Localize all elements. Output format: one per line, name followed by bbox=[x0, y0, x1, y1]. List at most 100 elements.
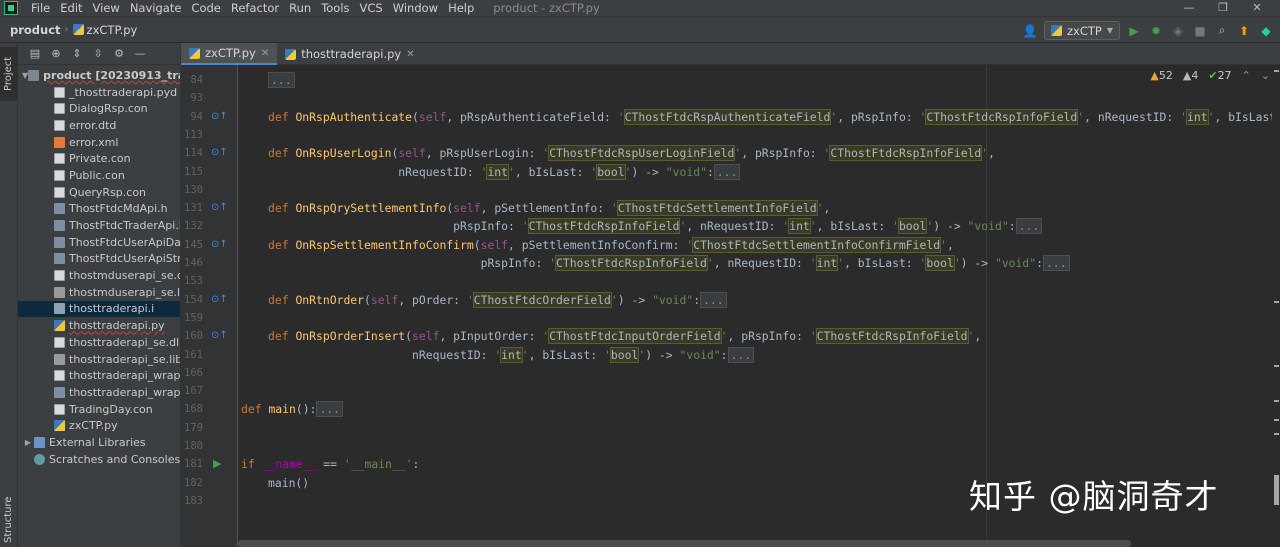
code-line[interactable]: def OnRspQrySettlementInfo(self, pSettle… bbox=[238, 199, 1280, 217]
tree-scratches[interactable]: Scratches and Consoles bbox=[18, 451, 180, 468]
tree-file-item[interactable]: _thosttraderapi.pyd bbox=[18, 84, 180, 101]
tab-thosttraderapi[interactable]: thosttraderapi.py ✕ bbox=[277, 43, 422, 65]
breadcrumb-project[interactable]: product bbox=[0, 23, 61, 37]
line-number[interactable]: 145 bbox=[181, 236, 203, 254]
project-view-icon[interactable]: ▤ bbox=[28, 46, 42, 62]
code-line[interactable]: pRspInfo: 'CThostFtdcRspInfoField', nReq… bbox=[238, 217, 1280, 235]
code-line[interactable]: def OnRspUserLogin(self, pRspUserLogin: … bbox=[238, 144, 1280, 162]
line-number[interactable]: 182 bbox=[181, 474, 203, 492]
line-number[interactable]: 115 bbox=[181, 163, 203, 181]
menu-item-code[interactable]: Code bbox=[186, 0, 225, 16]
line-number[interactable]: 114 bbox=[181, 144, 203, 162]
horizontal-scrollbar[interactable] bbox=[238, 540, 1131, 547]
code-line[interactable] bbox=[238, 126, 1280, 144]
tree-file-item[interactable]: DialogRsp.con bbox=[18, 100, 180, 117]
line-number[interactable]: 160 bbox=[181, 327, 203, 345]
code-line[interactable]: ... bbox=[238, 71, 1280, 89]
line-number[interactable]: 131 bbox=[181, 199, 203, 217]
line-number[interactable]: 154 bbox=[181, 291, 203, 309]
code-line[interactable]: def OnRspOrderInsert(self, pInputOrder: … bbox=[238, 327, 1280, 345]
line-number[interactable]: 167 bbox=[181, 382, 203, 400]
expand-all-icon[interactable]: ⇕ bbox=[70, 46, 84, 62]
code-line[interactable] bbox=[238, 364, 1280, 382]
tree-file-item[interactable]: thosttraderapi.i bbox=[18, 300, 180, 318]
code-line[interactable]: pRspInfo: 'CThostFtdcRspInfoField', nReq… bbox=[238, 254, 1280, 272]
tree-file-item[interactable]: thostmduserapi_se.lib bbox=[18, 284, 180, 301]
line-number[interactable]: 93 bbox=[181, 89, 203, 107]
tree-root[interactable]: ▼ product [20230913_trade bbox=[18, 67, 180, 84]
run-gutter-icon[interactable]: ▶ bbox=[213, 455, 221, 473]
code-line[interactable] bbox=[238, 272, 1280, 290]
line-number[interactable]: 153 bbox=[181, 272, 203, 290]
restore-icon[interactable]: ❐ bbox=[1206, 0, 1240, 16]
tree-file-item[interactable]: error.dtd bbox=[18, 117, 180, 134]
code-line[interactable]: nRequestID: 'int', bIsLast: 'bool') -> "… bbox=[238, 163, 1280, 181]
menu-item-file[interactable]: File bbox=[26, 0, 55, 16]
vertical-scrollbar[interactable] bbox=[1272, 65, 1280, 547]
tree-file-item[interactable]: Private.con bbox=[18, 150, 180, 167]
tree-file-item[interactable]: TradingDay.con bbox=[18, 401, 180, 418]
menu-item-run[interactable]: Run bbox=[284, 0, 316, 16]
menu-item-help[interactable]: Help bbox=[443, 0, 479, 16]
code-line[interactable]: def OnRspSettlementInfoConfirm(self, pSe… bbox=[238, 236, 1280, 254]
code-line[interactable] bbox=[238, 89, 1280, 107]
close-icon[interactable]: ✕ bbox=[261, 48, 269, 59]
user-icon[interactable]: 👤 bbox=[1022, 23, 1038, 39]
typos-count[interactable]: ✔27 bbox=[1208, 69, 1231, 82]
gear-icon[interactable]: ⚙ bbox=[112, 46, 126, 62]
line-number[interactable]: 130 bbox=[181, 181, 203, 199]
code-line[interactable] bbox=[238, 181, 1280, 199]
override-gutter-icon[interactable]: ⊙↑ bbox=[211, 144, 228, 162]
tree-external-libraries[interactable]: ▶ External Libraries bbox=[18, 434, 180, 451]
code-editor[interactable]: 84 93 94 ⊙↑ 113 114 ⊙↑ 115 130 131 ⊙↑ 132 145 ⊙↑ 146 15… bbox=[181, 65, 1280, 547]
minimize-icon[interactable]: — bbox=[1172, 0, 1206, 16]
search-icon[interactable]: ⌕ bbox=[1214, 23, 1230, 39]
code-line[interactable]: def OnRspAuthenticate(self, pRspAuthenti… bbox=[238, 108, 1280, 126]
override-gutter-icon[interactable]: ⊙↑ bbox=[211, 236, 228, 254]
line-number[interactable]: 166 bbox=[181, 364, 203, 382]
coverage-icon[interactable]: ◈ bbox=[1170, 23, 1186, 39]
menu-item-edit[interactable]: Edit bbox=[55, 0, 87, 16]
tree-file-item[interactable]: ThostFtdcUserApiStruc bbox=[18, 251, 180, 268]
override-gutter-icon[interactable]: ⊙↑ bbox=[211, 108, 228, 126]
line-number[interactable]: 113 bbox=[181, 126, 203, 144]
menu-item-window[interactable]: Window bbox=[388, 0, 443, 16]
tree-file-item[interactable]: error.xml bbox=[18, 134, 180, 151]
tree-file-item[interactable]: thosttraderapi.py bbox=[18, 317, 180, 334]
close-window-icon[interactable]: ✕ bbox=[1240, 0, 1274, 16]
scroll-thumb[interactable] bbox=[1274, 475, 1279, 505]
tree-file-item[interactable]: Public.con bbox=[18, 167, 180, 184]
line-number[interactable]: 159 bbox=[181, 309, 203, 327]
code-line[interactable] bbox=[238, 382, 1280, 400]
breadcrumb-file[interactable]: zxCTP.py bbox=[72, 23, 137, 37]
tree-file-item[interactable]: thosttraderapi_se.lib bbox=[18, 351, 180, 368]
override-gutter-icon[interactable]: ⊙↑ bbox=[211, 291, 228, 309]
run-configuration-select[interactable]: zxCTP ▼ bbox=[1044, 21, 1120, 40]
line-number[interactable]: 181 bbox=[181, 455, 203, 473]
line-number[interactable]: 168 bbox=[181, 400, 203, 418]
code-line[interactable] bbox=[238, 419, 1280, 437]
code-line[interactable]: def OnRtnOrder(self, pOrder: 'CThostFtdc… bbox=[238, 291, 1280, 309]
inspection-widget[interactable]: ▲52 ▲4 ✔27 ⌃ ⌄ bbox=[1150, 69, 1270, 82]
hide-panel-icon[interactable]: — bbox=[133, 46, 147, 62]
weak-warnings-count[interactable]: ▲4 bbox=[1183, 69, 1198, 82]
tree-file-item[interactable]: zxCTP.py bbox=[18, 417, 180, 434]
line-number[interactable]: 94 bbox=[181, 108, 203, 126]
line-number[interactable]: 179 bbox=[181, 419, 203, 437]
project-tool-tab[interactable]: Project bbox=[0, 47, 18, 101]
stop-icon[interactable]: ■ bbox=[1192, 23, 1208, 39]
override-gutter-icon[interactable]: ⊙↑ bbox=[211, 327, 228, 345]
structure-tool-tab[interactable]: Structure bbox=[0, 495, 18, 545]
line-number[interactable]: 146 bbox=[181, 254, 203, 272]
run-icon[interactable]: ▶ bbox=[1126, 23, 1142, 39]
jetbrains-toolbox-icon[interactable]: ◆ bbox=[1258, 23, 1274, 39]
update-icon[interactable]: ⬆ bbox=[1236, 23, 1252, 39]
tab-zxctp[interactable]: zxCTP.py ✕ bbox=[181, 43, 278, 65]
debug-icon[interactable]: ✹ bbox=[1148, 23, 1164, 39]
editor-gutter[interactable]: 84 93 94 ⊙↑ 113 114 ⊙↑ 115 130 131 ⊙↑ 132 145 ⊙↑ 146 15… bbox=[181, 65, 238, 547]
code-line[interactable]: def main():... bbox=[238, 400, 1280, 418]
collapse-all-icon[interactable]: ⇳ bbox=[91, 46, 105, 62]
close-icon[interactable]: ✕ bbox=[406, 49, 414, 60]
line-number[interactable]: 161 bbox=[181, 346, 203, 364]
line-number[interactable]: 180 bbox=[181, 437, 203, 455]
